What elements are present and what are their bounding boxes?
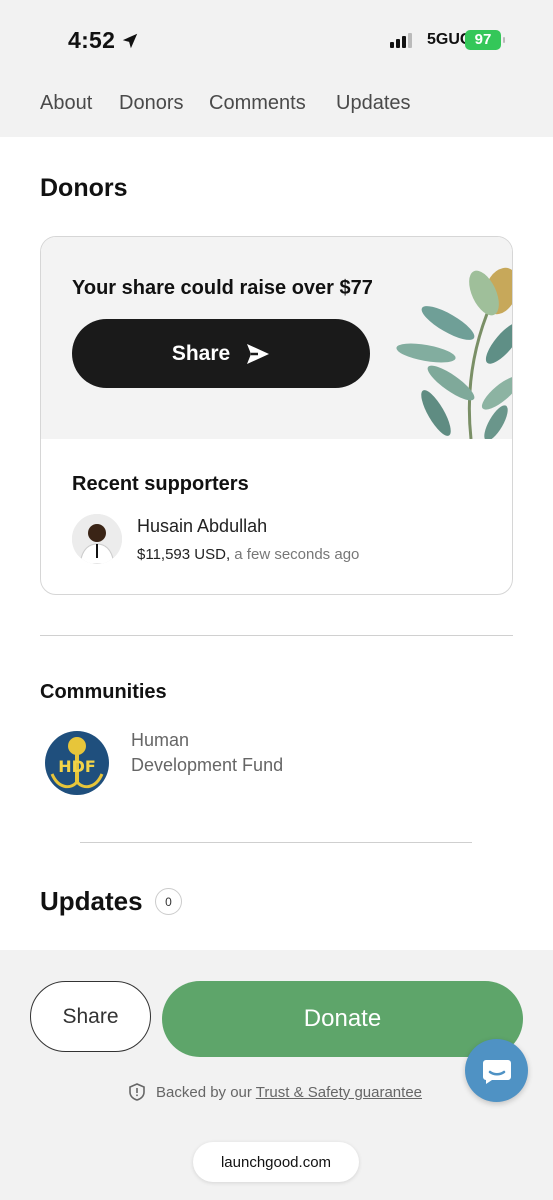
share-button-label: Share	[171, 341, 231, 365]
share-hint: Your share could raise over $77	[72, 277, 373, 299]
bottom-action-bar: Share Donate Backed by our Trust & Safet…	[0, 950, 553, 1200]
tab-updates[interactable]: Updates	[336, 92, 411, 115]
send-icon	[247, 343, 270, 364]
supporter-avatar	[72, 514, 122, 564]
share-campaign-button[interactable]: Share	[72, 319, 370, 388]
chat-button[interactable]	[465, 1039, 528, 1102]
clock: 4:52	[68, 27, 139, 54]
trust-prefix: Backed by our	[156, 1083, 252, 1101]
donors-card: Your share could raise over $77 Share Re…	[40, 236, 513, 595]
signal-icon	[390, 33, 412, 48]
share-button[interactable]: Share	[30, 981, 151, 1052]
supporter-meta: $11,593 USD, a few seconds ago	[137, 546, 359, 563]
community-name[interactable]: Human Development Fund	[131, 728, 331, 778]
community-name-line2: Development Fund	[131, 755, 284, 775]
supporter-name: Husain Abdullah	[137, 516, 268, 536]
recent-supporters-heading: Recent supporters	[72, 473, 249, 495]
updates-count-badge: 0	[155, 888, 182, 915]
trust-notice: Backed by our Trust & Safety guarantee	[128, 1083, 422, 1101]
status-bar: 4:52 5GUC 97	[0, 0, 553, 70]
tab-comments[interactable]: Comments	[209, 92, 306, 115]
updates-heading: Updates	[40, 886, 143, 916]
donors-heading: Donors	[40, 174, 128, 202]
tab-about[interactable]: About	[40, 92, 92, 115]
divider	[80, 842, 472, 843]
time-text: 4:52	[68, 27, 116, 53]
chat-icon	[482, 1059, 511, 1084]
trust-safety-link[interactable]: Trust & Safety guarantee	[256, 1084, 422, 1101]
divider	[40, 635, 513, 636]
section-tabs: About Donors Comments Updates	[0, 70, 553, 137]
battery-level: 97	[474, 31, 492, 48]
battery-icon: 97	[465, 30, 505, 50]
supporter-time: a few seconds ago	[234, 546, 360, 563]
share-promo: Your share could raise over $77 Share	[41, 237, 512, 439]
plant-illustration	[396, 267, 512, 439]
shield-icon	[129, 1083, 145, 1101]
donate-button[interactable]: Donate	[162, 981, 523, 1057]
communities-heading: Communities	[40, 681, 167, 703]
tab-donors[interactable]: Donors	[119, 92, 183, 115]
hdf-logo-text: HDF	[58, 757, 96, 776]
hdf-logo[interactable]: HDF	[44, 730, 110, 796]
url-bar[interactable]: launchgood.com	[193, 1142, 359, 1182]
supporter-amount: $11,593 USD,	[137, 546, 231, 563]
location-arrow-icon	[123, 33, 138, 48]
community-name-line1: Human	[131, 730, 190, 750]
